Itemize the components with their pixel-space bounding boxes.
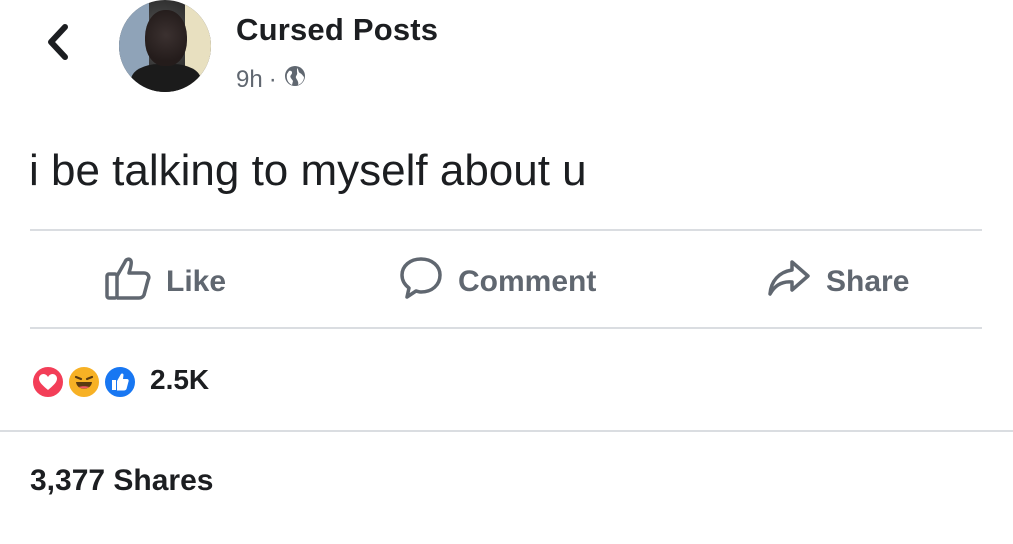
- post-meta: 9h ·: [236, 64, 307, 95]
- haha-reaction-icon: [66, 364, 102, 400]
- share-label: Share: [826, 265, 910, 298]
- reaction-count: 2.5K: [150, 364, 210, 395]
- comment-label: Comment: [458, 265, 597, 298]
- action-bar: Like Comment Share: [0, 248, 1013, 316]
- post-time[interactable]: 9h: [236, 66, 263, 94]
- back-button[interactable]: [38, 22, 78, 66]
- comment-button[interactable]: Comment: [398, 248, 596, 316]
- like-label: Like: [166, 265, 227, 298]
- divider: [30, 327, 982, 329]
- reactions-summary[interactable]: 2.5K: [30, 360, 209, 400]
- author-name[interactable]: Cursed Posts: [236, 12, 438, 48]
- like-button[interactable]: Like: [104, 248, 226, 316]
- thumbs-up-icon: [104, 255, 152, 309]
- reaction-icons: [30, 360, 148, 400]
- love-reaction-icon: [30, 364, 66, 400]
- meta-separator: ·: [268, 65, 277, 93]
- post-text: i be talking to myself about u: [29, 146, 587, 195]
- chevron-left-icon: [45, 23, 71, 66]
- avatar[interactable]: [119, 0, 211, 92]
- comment-icon: [398, 255, 444, 309]
- share-arrow-icon: [766, 258, 812, 306]
- shares-count[interactable]: 3,377 Shares: [30, 464, 213, 498]
- divider: [0, 430, 1013, 432]
- like-reaction-icon: [102, 364, 138, 400]
- divider: [30, 229, 982, 231]
- share-button[interactable]: Share: [766, 248, 909, 316]
- globe-icon: [283, 64, 307, 95]
